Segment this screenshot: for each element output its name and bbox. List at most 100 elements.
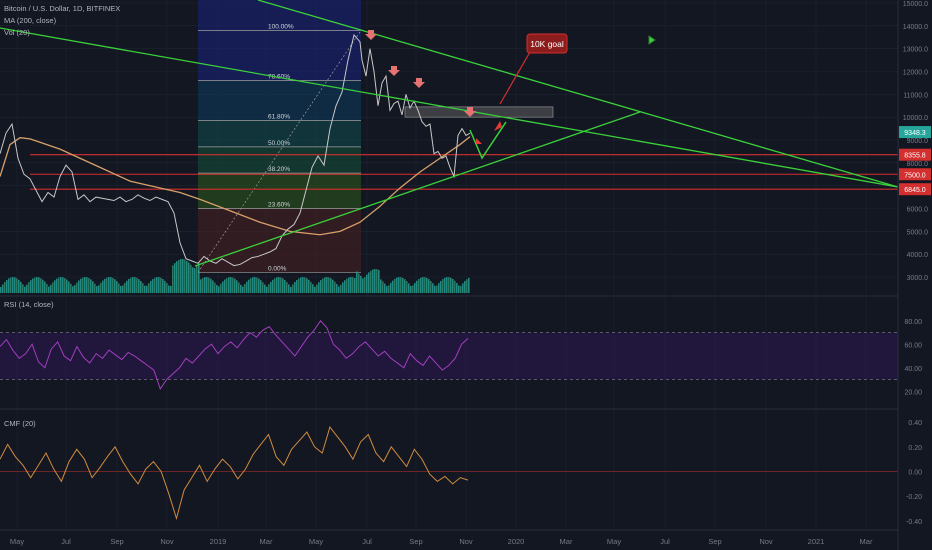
volume-bar [150,280,152,293]
volume-bar [420,277,422,293]
volume-bar [364,277,366,293]
volume-bar [398,277,400,293]
volume-bar [152,279,154,293]
volume-bar [124,282,126,293]
volume-bar [428,279,430,293]
volume-bar [176,261,178,293]
volume-bar [44,281,46,293]
volume-bar [52,282,54,293]
level-tag-text: 9348.3 [904,130,926,137]
price-tick-label: 6000.0 [907,207,929,214]
volume-bar [4,282,6,293]
price-tick-label: 5000.0 [907,229,929,236]
price-tick-label: 8000.0 [907,161,929,168]
volume-bar [452,278,454,293]
volume-bar [60,277,62,293]
volume-bar [354,278,356,293]
volume-bar [348,277,350,293]
volume-bar [308,279,310,293]
volume-bar [232,277,234,293]
volume-bar [190,264,192,293]
volume-bar [292,284,294,293]
volume-bar [306,278,308,293]
volume-bar [356,271,358,293]
volume-bar [18,279,20,293]
volume-bar [368,272,370,293]
price-tick-label: 15000.0 [903,1,928,8]
cmf-tick-label: 0.40 [908,420,922,427]
volume-bar [192,267,194,293]
volume-bar [290,286,292,293]
volume-bar [74,285,76,293]
trading-chart[interactable]: 100.00%78.60%61.80%50.00%38.20%23.60%0.0… [0,0,932,550]
cmf-tick-label: -0.40 [906,519,922,526]
volume-bar [98,285,100,293]
volume-bar [10,277,12,293]
volume-bar [8,278,10,293]
volume-bar [418,278,420,293]
volume-bar [136,277,138,293]
volume-bar [424,277,426,293]
volume-bar [102,280,104,293]
volume-bar [374,269,376,293]
volume-bar [184,259,186,293]
volume-bar [322,278,324,293]
volume-bar [366,274,368,293]
volume-bar [122,285,124,293]
volume-bar [444,277,446,293]
volume-bar [222,281,224,293]
volume-bar [224,279,226,293]
volume-bar [160,277,162,293]
fib-level-label: 23.60% [268,202,290,209]
volume-bar [82,277,84,293]
fib-level-label: 61.80% [268,114,290,121]
volume-bar [178,259,180,293]
volume-bar [442,279,444,293]
volume-bar [252,277,254,293]
volume-bar [68,281,70,293]
volume-bar [30,280,32,293]
volume-bar [304,277,306,293]
volume-bar [436,285,438,293]
cmf-tick-label: 0.20 [908,445,922,452]
volume-bar [332,279,334,293]
volume-bar [120,285,122,293]
volume-bar [336,284,338,293]
rsi-legend: RSI (14, close) [4,300,54,309]
volume-bar [446,277,448,293]
volume-bar [144,285,146,293]
cmf-tick-label: 0.00 [908,470,922,477]
volume-bar [414,282,416,293]
volume-bar [66,279,68,293]
volume-bar [392,280,394,293]
volume-bar [38,277,40,293]
volume-bar [276,277,278,293]
volume-bar [238,282,240,293]
volume-bar [352,277,354,293]
volume-bar [162,278,164,293]
volume-bar [142,283,144,293]
volume-bar [236,280,238,293]
price-tick-label: 9000.0 [907,138,929,145]
volume-bar [156,277,158,293]
volume-bar [324,277,326,293]
volume-bar [312,284,314,293]
volume-bar [28,282,30,293]
volume-bar [94,283,96,293]
volume-bar [244,284,246,293]
volume-bar [182,259,184,293]
volume-bar [386,286,388,293]
volume-bar [110,277,112,293]
volume-bar [34,277,36,293]
volume-bar [70,283,72,293]
level-tag-text: 6845.0 [904,187,926,194]
volume-bar [390,282,392,293]
volume-bar [434,285,436,293]
volume-bar [56,278,58,293]
volume-bar [26,284,28,293]
volume-bar [104,278,106,293]
volume-bar [78,280,80,293]
volume-bar [134,277,136,293]
volume-bar [382,281,384,293]
volume-bar [128,278,130,293]
